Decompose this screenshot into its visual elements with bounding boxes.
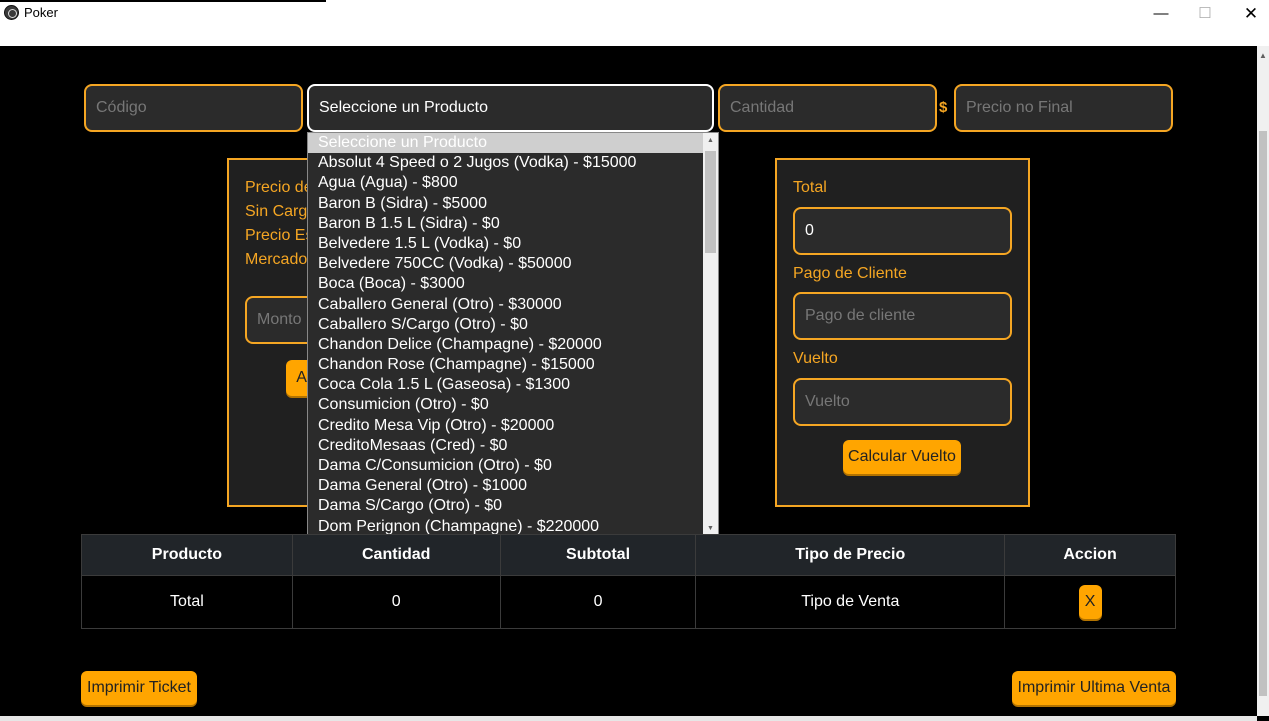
imprimir-ticket-button[interactable]: Imprimir Ticket [81,671,197,705]
currency-symbol: $ [939,99,948,116]
dropdown-scrollbar[interactable]: ▲ ▼ [703,133,718,536]
window-scrollbar[interactable]: ▲ [1257,46,1269,716]
dropdown-option[interactable]: Chandon Rose (Champagne) - $15000 [308,355,718,375]
cell-producto: Total [81,575,293,629]
cell-tipo: Tipo de Venta [695,575,1006,629]
cantidad-input[interactable]: Cantidad [718,84,937,132]
codigo-input[interactable]: Código [84,84,303,132]
dropdown-option[interactable]: Boca (Boca) - $3000 [308,274,718,294]
dropdown-option[interactable]: Dama General (Otro) - $1000 [308,476,718,496]
cell-subtotal: 0 [499,575,697,629]
close-icon[interactable]: ✕ [1228,0,1269,28]
total-field[interactable]: 0 [793,207,1012,255]
header-producto: Producto [81,534,293,576]
scroll-up-icon[interactable]: ▲ [707,137,714,144]
horizontal-scrollbar[interactable] [0,716,1257,721]
dropdown-option[interactable]: Dama C/Consumicion (Otro) - $0 [308,456,718,476]
minimize-icon[interactable]: — [1138,0,1184,28]
scroll-down-icon[interactable]: ▼ [707,525,714,532]
scroll-up-icon[interactable]: ▲ [1259,51,1267,60]
dropdown-option[interactable]: Agua (Agua) - $800 [308,173,718,193]
dropdown-option[interactable]: Belvedere 1.5 L (Vodka) - $0 [308,234,718,254]
precio-input[interactable]: Precio no Final [954,84,1173,132]
producto-select[interactable]: Seleccione un Producto [307,84,714,132]
dropdown-option[interactable]: Credito Mesa Vip (Otro) - $20000 [308,416,718,436]
header-tipo-precio: Tipo de Precio [695,534,1006,576]
header-subtotal: Subtotal [499,534,697,576]
title-accent-line [0,0,326,2]
dropdown-option[interactable]: Coca Cola 1.5 L (Gaseosa) - $1300 [308,375,718,395]
precio-label-3: Precio Es [245,227,314,244]
dropdown-option[interactable]: Consumicion (Otro) - $0 [308,395,718,415]
precio-label-2: Sin Carg [245,203,308,220]
window-scroll-thumb[interactable] [1259,131,1267,696]
title-bar: Poker — ☐ ✕ [0,0,1269,46]
cell-cantidad: 0 [291,575,501,629]
dropdown-option-selected[interactable]: Seleccione un Producto [308,133,718,154]
dropdown-option[interactable]: Baron B (Sidra) - $5000 [308,194,718,214]
dropdown-option[interactable]: Caballero General (Otro) - $30000 [308,295,718,315]
vuelto-panel: Total 0 Pago de Cliente Pago de cliente … [775,158,1030,507]
precio-label-1: Precio de [245,179,313,196]
pago-label: Pago de Cliente [793,265,907,282]
app-icon [4,5,19,20]
calcular-vuelto-button[interactable]: Calcular Vuelto [843,440,961,474]
dropdown-option[interactable]: CreditoMesaas (Cred) - $0 [308,436,718,456]
imprimir-ultima-venta-button[interactable]: Imprimir Ultima Venta [1012,671,1176,705]
precio-panel: Precio de Sin Carg Precio Es Mercado Mon… [227,158,326,507]
total-label: Total [793,179,827,196]
vuelto-label: Vuelto [793,350,838,367]
maximize-icon[interactable]: ☐ [1182,0,1228,28]
dropdown-option[interactable]: Absolut 4 Speed o 2 Jugos (Vodka) - $150… [308,153,718,173]
dropdown-scroll-thumb[interactable] [705,151,716,253]
precio-label-4: Mercado [245,251,308,268]
vuelto-input[interactable]: Vuelto [793,378,1012,426]
cell-accion: X [1004,575,1176,629]
producto-dropdown-list[interactable]: Seleccione un Producto Absolut 4 Speed o … [307,132,719,537]
dropdown-option[interactable]: Caballero S/Cargo (Otro) - $0 [308,315,718,335]
delete-row-button[interactable]: X [1078,585,1102,619]
table-row: Total 0 0 Tipo de Venta X [81,575,1176,629]
dropdown-option[interactable]: Baron B 1.5 L (Sidra) - $0 [308,214,718,234]
header-accion: Accion [1004,534,1176,576]
pago-cliente-input[interactable]: Pago de cliente [793,292,1012,340]
header-cantidad: Cantidad [291,534,501,576]
dropdown-option[interactable]: Dama S/Cargo (Otro) - $0 [308,496,718,516]
sales-table: Producto Cantidad Subtotal Tipo de Preci… [81,534,1176,629]
dropdown-option[interactable]: Belvedere 750CC (Vodka) - $50000 [308,254,718,274]
dropdown-option[interactable]: Chandon Delice (Champagne) - $20000 [308,335,718,355]
window-title: Poker [24,5,58,20]
